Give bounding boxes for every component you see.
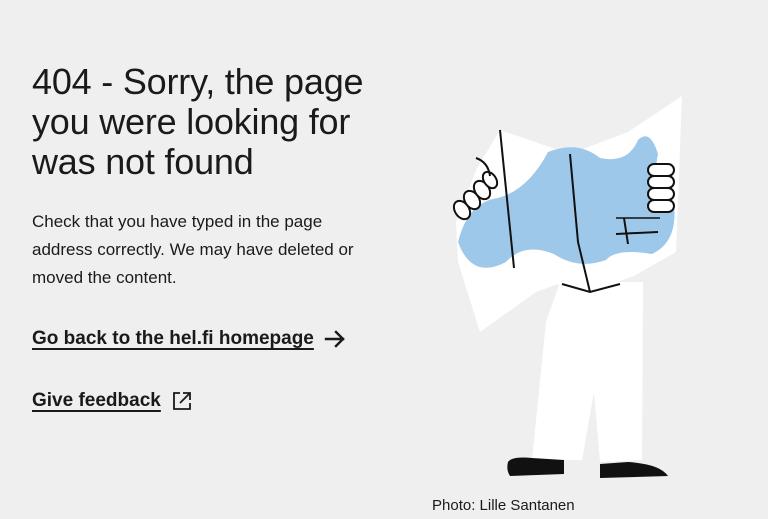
page-title: 404 - Sorry, the page you were looking f…	[32, 61, 364, 182]
homepage-link[interactable]: Go back to the hel.fi homepage	[32, 326, 346, 352]
person-reading-map-illustration	[428, 92, 698, 482]
error-description: Check that you have typed in the page ad…	[32, 212, 354, 287]
external-link-icon	[171, 390, 193, 412]
feedback-link[interactable]: Give feedback	[32, 388, 193, 414]
feedback-link-label[interactable]: Give feedback	[32, 388, 161, 414]
photo-caption: Photo: Lille Santanen	[432, 497, 575, 514]
arrow-right-icon	[324, 328, 346, 350]
error-content: 404 - Sorry, the page you were looking f…	[32, 62, 402, 292]
homepage-link-label[interactable]: Go back to the hel.fi homepage	[32, 326, 314, 352]
